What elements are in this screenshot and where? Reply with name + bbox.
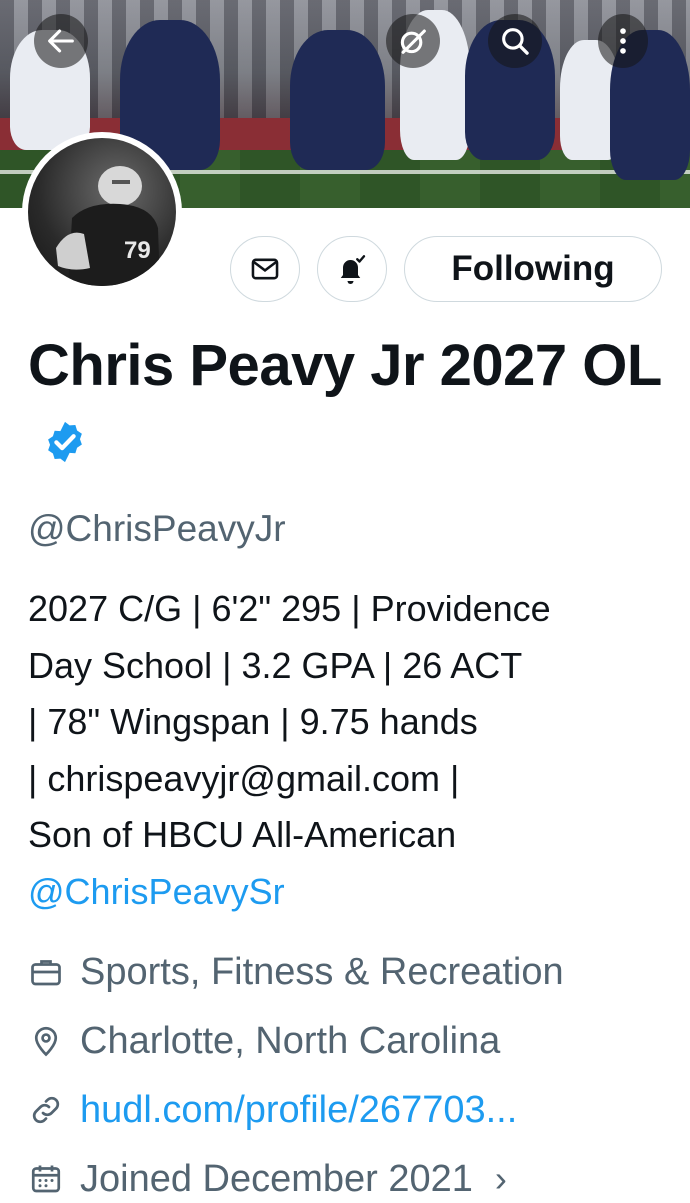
profile-name-text: Chris Peavy Jr 2027 OL: [28, 333, 662, 398]
grok-button[interactable]: [386, 14, 440, 68]
link-icon: [32, 1096, 60, 1124]
bell-check-icon: [340, 255, 366, 284]
search-icon: [502, 28, 529, 55]
notifications-button[interactable]: [317, 236, 387, 302]
bio-mention-link[interactable]: @ChrisPeavySr: [28, 864, 678, 921]
grok-icon: [400, 29, 426, 54]
profile-handle: @ChrisPeavyJr: [28, 508, 286, 549]
category-label: Sports, Fitness & Recreation: [80, 950, 564, 993]
back-button[interactable]: [34, 14, 88, 68]
profile-joined[interactable]: Joined December 2021 ›: [28, 1155, 507, 1203]
profile-location: Charlotte, North Carolina: [28, 1017, 500, 1065]
profile-website[interactable]: hudl.com/profile/267703...: [28, 1086, 517, 1134]
bio-line: Son of HBCU All-American: [28, 814, 457, 855]
message-button[interactable]: [230, 236, 300, 302]
arrow-left-icon: [48, 29, 74, 53]
bio-line: | 78" Wingspan | 9.75 hands: [28, 701, 478, 742]
calendar-icon: [31, 1165, 61, 1193]
website-link[interactable]: hudl.com/profile/267703...: [80, 1089, 517, 1132]
briefcase-icon: [31, 960, 61, 986]
more-vertical-icon: [620, 28, 626, 54]
location-label: Charlotte, North Carolina: [80, 1019, 501, 1062]
svg-text:79: 79: [124, 237, 151, 264]
avatar-photo: 79: [28, 138, 176, 286]
search-button[interactable]: [488, 14, 542, 68]
bio-line: Day School | 3.2 GPA | 26 ACT: [28, 644, 523, 686]
following-label: Following: [451, 249, 615, 288]
profile-category: Sports, Fitness & Recreation: [28, 948, 564, 996]
chevron-right-icon: ›: [494, 1158, 507, 1199]
verified-badge-icon[interactable]: [42, 419, 88, 465]
bio-line: | chrispeavyjr@gmail.com |: [28, 757, 460, 799]
mail-icon: [251, 258, 279, 280]
profile-bio: 2027 C/G | 6'2" 295 | Providence Day Sch…: [28, 581, 678, 920]
joined-label: Joined December 2021: [80, 1157, 473, 1200]
profile-name: Chris Peavy Jr 2027 OL: [28, 328, 668, 480]
more-button[interactable]: [598, 14, 648, 68]
following-button[interactable]: Following: [404, 236, 662, 302]
avatar[interactable]: 79: [22, 132, 182, 292]
bio-line: 2027 C/G | 6'2" 295 | Providence: [28, 588, 551, 629]
avatar-player-graphic: 79: [56, 166, 160, 286]
banner-player: [290, 30, 385, 170]
location-pin-icon: [34, 1026, 58, 1057]
